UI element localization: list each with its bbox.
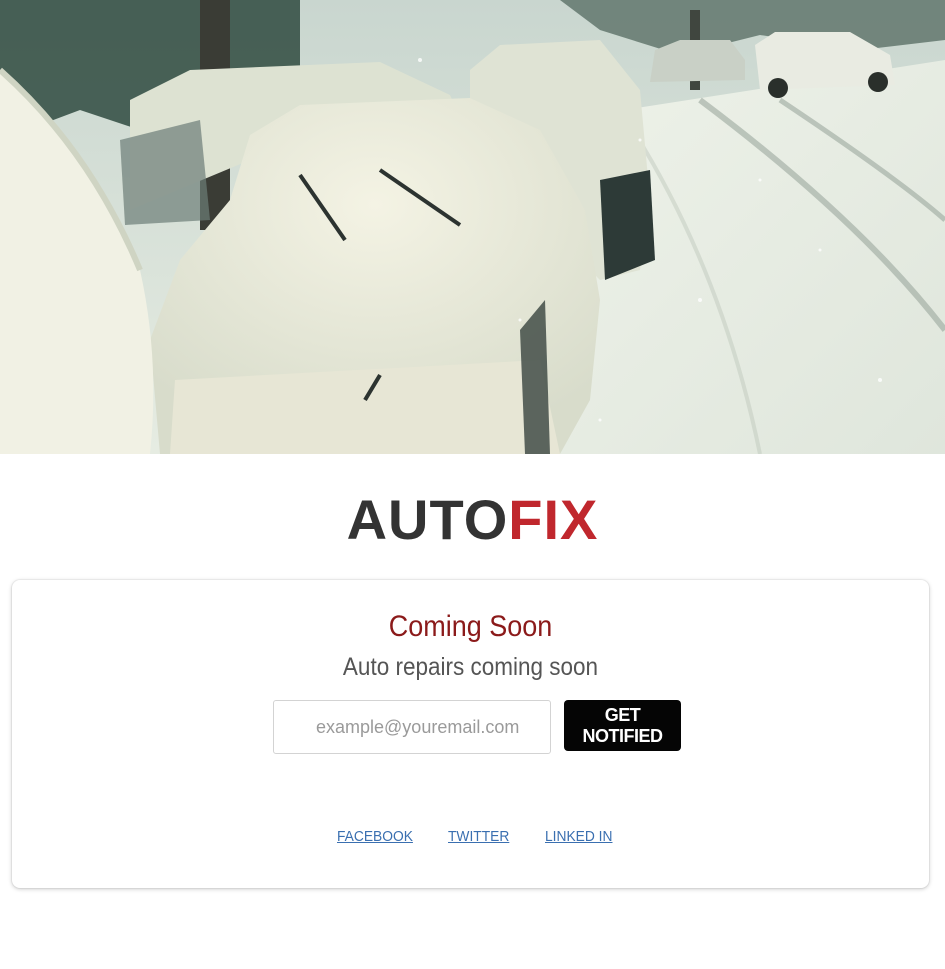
- facebook-link[interactable]: FACEBOOK: [337, 828, 413, 845]
- signup-card: Coming Soon Auto repairs coming soon GET…: [12, 580, 929, 888]
- twitter-link[interactable]: TWITTER: [448, 828, 509, 845]
- get-notified-button[interactable]: GET NOTIFIED: [564, 700, 681, 751]
- linkedin-link[interactable]: LINKED IN: [545, 828, 612, 845]
- hero-image: [0, 0, 945, 454]
- coming-soon-title: Coming Soon: [388, 610, 553, 643]
- email-input[interactable]: [273, 700, 551, 754]
- autofix-logo: AUTOFIX: [0, 488, 945, 552]
- logo-auto-text: AUTO: [346, 488, 509, 551]
- logo-fix-text: FIX: [508, 488, 599, 551]
- coming-soon-subtitle: Auto repairs coming soon: [342, 653, 599, 681]
